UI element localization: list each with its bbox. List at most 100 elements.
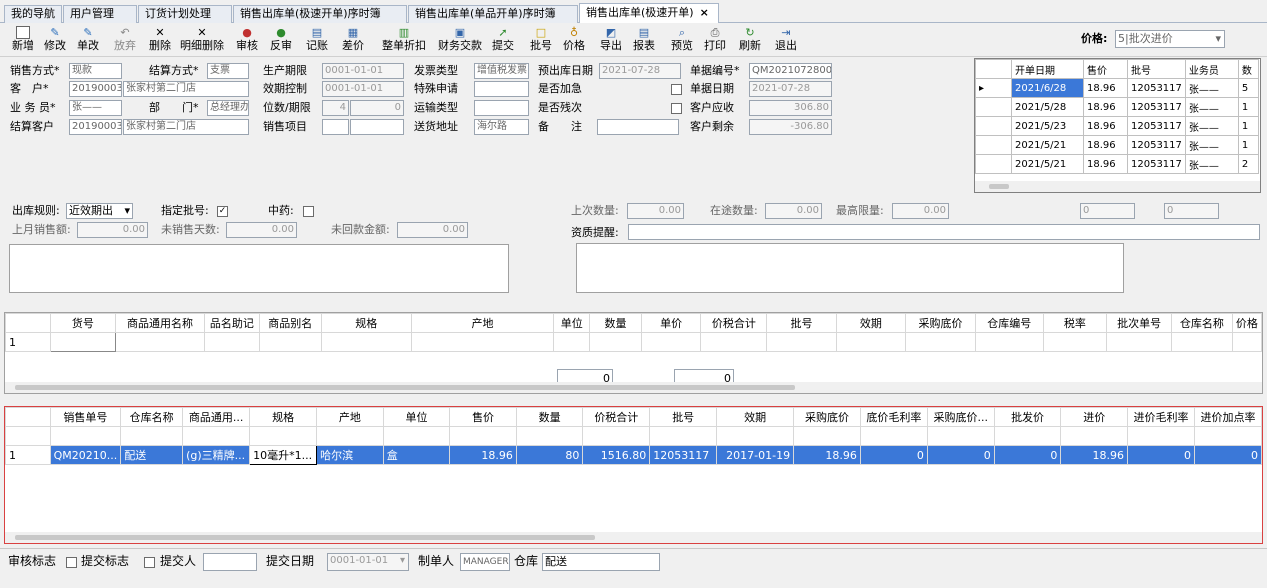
- col-item-no[interactable]: 货号: [49, 313, 117, 333]
- pos-digits-input[interactable]: 4: [322, 100, 349, 116]
- col-alias[interactable]: 商品别名: [258, 313, 322, 333]
- col-origin[interactable]: 产地: [316, 407, 384, 427]
- cell[interactable]: [835, 332, 907, 352]
- staff-input[interactable]: 张——: [69, 100, 122, 116]
- cell[interactable]: [1193, 426, 1263, 446]
- detail-hscroll[interactable]: [5, 532, 1262, 543]
- col-origin[interactable]: 产地: [410, 313, 555, 333]
- scroll-thumb[interactable]: [989, 184, 1009, 189]
- submit-flag-checkbox[interactable]: [66, 557, 77, 568]
- col-sale-price[interactable]: 售价: [449, 407, 517, 427]
- batch-spec-checkbox[interactable]: ✓: [217, 206, 228, 217]
- cell[interactable]: [115, 332, 205, 352]
- entry-hscroll[interactable]: [5, 382, 1262, 393]
- cost-cell[interactable]: 18.96: [1060, 445, 1129, 465]
- col-generic-name[interactable]: 商品通用...: [182, 407, 251, 427]
- note-input[interactable]: [597, 119, 679, 135]
- new-button[interactable]: 新增: [8, 24, 38, 56]
- warehouse-cell[interactable]: 配送: [120, 445, 184, 465]
- col-cost-markup[interactable]: 进价加点率: [1193, 407, 1263, 427]
- cell[interactable]: [1042, 332, 1108, 352]
- col-price[interactable]: 价格: [1231, 313, 1263, 333]
- submit-button[interactable]: ➚ 提交: [488, 24, 518, 56]
- col-qty[interactable]: 数量: [589, 313, 642, 333]
- cell[interactable]: [1106, 332, 1172, 352]
- cell[interactable]: [249, 426, 318, 446]
- cell[interactable]: [766, 332, 837, 352]
- col-batch-bill-no[interactable]: 批次单号: [1106, 313, 1172, 333]
- exit-button[interactable]: ⇥ 退出: [771, 24, 801, 56]
- cell[interactable]: [49, 426, 122, 446]
- qty-cell[interactable]: 80: [515, 445, 584, 465]
- warehouse-input[interactable]: 配送: [542, 553, 660, 571]
- history-row[interactable]: 2021/5/23 18.96 12053117 张—— 1: [975, 116, 1259, 136]
- cell[interactable]: [320, 332, 412, 352]
- prod-limit-input[interactable]: 0001-01-01: [322, 63, 404, 79]
- scroll-thumb[interactable]: [15, 535, 595, 540]
- receivable-checkbox[interactable]: [671, 103, 682, 114]
- qualification-input[interactable]: [628, 224, 1260, 240]
- cell[interactable]: [515, 426, 584, 446]
- bill-no-input[interactable]: QM20210728000: [749, 63, 832, 79]
- col-purchase-floor[interactable]: 采购底价: [905, 313, 976, 333]
- print-button[interactable]: ⎙ 打印: [700, 24, 730, 56]
- total-cell[interactable]: 1516.80: [582, 445, 651, 465]
- settle-customer-code[interactable]: 20190003: [69, 119, 122, 135]
- col-total[interactable]: 价税合计: [700, 313, 768, 333]
- col-purchase-floor[interactable]: 采购底价: [793, 407, 861, 427]
- col-warehouse-no[interactable]: 仓库编号: [974, 313, 1044, 333]
- col-cost-margin[interactable]: 进价毛利率: [1127, 407, 1195, 427]
- col-expiry[interactable]: 效期: [835, 313, 907, 333]
- pre-date-input[interactable]: 2021-07-28: [599, 63, 681, 79]
- cell[interactable]: [993, 426, 1062, 446]
- maker-input[interactable]: MANAGER: [460, 553, 510, 571]
- transport-input[interactable]: [474, 100, 529, 116]
- spec-cell[interactable]: 10毫升*1...: [249, 445, 318, 465]
- cell[interactable]: [553, 332, 591, 352]
- price-button[interactable]: ♁ 价格: [559, 24, 589, 56]
- wholesale-cell[interactable]: 0: [993, 445, 1062, 465]
- expiry-cell[interactable]: 2017-01-19: [716, 445, 795, 465]
- out-rule-select[interactable]: 近效期出 ▾: [66, 203, 133, 219]
- sales-no-cell[interactable]: QM20210...: [49, 445, 122, 465]
- cost-margin-cell[interactable]: 0: [1127, 445, 1195, 465]
- col-floor-extra[interactable]: 采购底价...: [926, 407, 995, 427]
- cell[interactable]: [700, 332, 768, 352]
- settle-customer-name[interactable]: 张家村第二门店: [123, 119, 249, 135]
- col-floor-margin[interactable]: 底价毛利率: [859, 407, 928, 427]
- cell[interactable]: [1127, 426, 1195, 446]
- submit-date-input[interactable]: 0001-01-01 ▾: [327, 553, 409, 571]
- close-icon[interactable]: ×: [700, 6, 709, 19]
- special-request-input[interactable]: [474, 81, 529, 97]
- col-spec[interactable]: 规格: [320, 313, 412, 333]
- bill-date-input[interactable]: 2021-07-28: [749, 81, 832, 97]
- col-unit[interactable]: 单位: [553, 313, 591, 333]
- price-mode-select[interactable]: 5|批次进价 ▾: [1115, 30, 1225, 48]
- price-diff-button[interactable]: ▦ 差价: [338, 24, 368, 56]
- cell[interactable]: [258, 332, 322, 352]
- tab-order-plan[interactable]: 订货计划处理: [138, 5, 232, 23]
- sale-item-code[interactable]: [322, 119, 349, 135]
- col-qty[interactable]: 数量: [515, 407, 584, 427]
- scroll-thumb[interactable]: [15, 385, 795, 390]
- batch-button[interactable]: □ 批号: [526, 24, 556, 56]
- tab-fast-outbound[interactable]: 销售出库单(极速开单) ×: [579, 3, 719, 24]
- audit-button[interactable]: ● 审核: [232, 24, 262, 56]
- edit-button[interactable]: ✎ 修改: [40, 24, 70, 56]
- cell[interactable]: [1171, 332, 1233, 352]
- sale-item-name[interactable]: [350, 119, 404, 135]
- tab-fast-outbound-journal[interactable]: 销售出库单(极速开单)序时簿: [233, 5, 407, 23]
- submitter-input[interactable]: [203, 553, 257, 571]
- cell[interactable]: [410, 332, 555, 352]
- col-tax-rate[interactable]: 税率: [1042, 313, 1108, 333]
- generic-name-cell[interactable]: (g)三精牌...: [182, 445, 251, 465]
- col-total[interactable]: 价税合计: [582, 407, 651, 427]
- cell[interactable]: [716, 426, 795, 446]
- refresh-button[interactable]: ↻ 刷新: [735, 24, 765, 56]
- col-unit[interactable]: 单位: [382, 407, 451, 427]
- cell[interactable]: [182, 426, 251, 446]
- dept-input[interactable]: 总经理办: [207, 100, 249, 116]
- cell[interactable]: [382, 426, 451, 446]
- cell[interactable]: [120, 426, 184, 446]
- discard-button[interactable]: ↶ 放弃: [110, 24, 140, 56]
